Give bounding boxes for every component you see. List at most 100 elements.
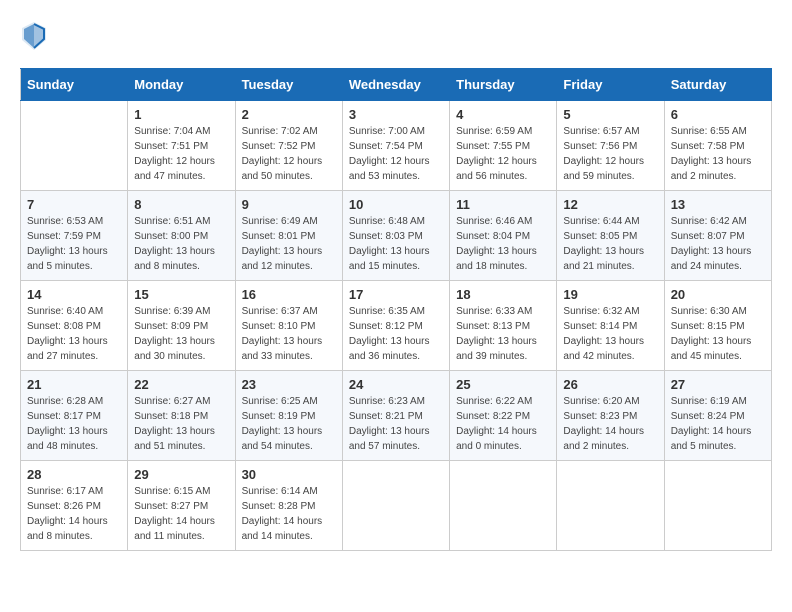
calendar-cell: 7 Sunrise: 6:53 AMSunset: 7:59 PMDaylight… <box>21 191 128 281</box>
calendar-cell: 27 Sunrise: 6:19 AMSunset: 8:24 PMDayligh… <box>664 371 771 461</box>
calendar-cell: 1 Sunrise: 7:04 AMSunset: 7:51 PMDaylight… <box>128 101 235 191</box>
day-number: 13 <box>671 197 765 212</box>
calendar-cell: 26Sunrise: 6:20 AMSunset: 8:23 PMDayligh… <box>557 371 664 461</box>
day-info: Sunrise: 6:33 AMSunset: 8:13 PMDaylight:… <box>456 304 550 364</box>
day-number: 27 <box>671 377 765 392</box>
day-number: 8 <box>134 197 228 212</box>
calendar-cell <box>342 461 449 551</box>
day-info: Sunrise: 6:59 AMSunset: 7:55 PMDaylight:… <box>456 124 550 184</box>
day-info: Sunrise: 6:57 AMSunset: 7:56 PMDaylight:… <box>563 124 657 184</box>
day-info: Sunrise: 6:39 AMSunset: 8:09 PMDaylight:… <box>134 304 228 364</box>
day-info: Sunrise: 6:15 AMSunset: 8:27 PMDaylight:… <box>134 484 228 544</box>
page-header <box>20 20 772 52</box>
logo <box>20 20 52 52</box>
calendar-cell <box>21 101 128 191</box>
calendar-week-row: 28 Sunrise: 6:17 AMSunset: 8:26 PMDayligh… <box>21 461 772 551</box>
calendar-table: Sunday Monday Tuesday Wednesday Thursday… <box>20 68 772 551</box>
day-number: 6 <box>671 107 765 122</box>
calendar-cell: 10 Sunrise: 6:48 AMSunset: 8:03 PMDayligh… <box>342 191 449 281</box>
day-info: Sunrise: 7:02 AMSunset: 7:52 PMDaylight:… <box>242 124 336 184</box>
calendar-cell: 20 Sunrise: 6:30 AMSunset: 8:15 PMDayligh… <box>664 281 771 371</box>
col-friday: Friday <box>557 69 664 101</box>
col-wednesday: Wednesday <box>342 69 449 101</box>
day-info: Sunrise: 6:53 AMSunset: 7:59 PMDaylight:… <box>27 214 121 274</box>
col-monday: Monday <box>128 69 235 101</box>
day-number: 14 <box>27 287 121 302</box>
calendar-cell: 14 Sunrise: 6:40 AMSunset: 8:08 PMDayligh… <box>21 281 128 371</box>
calendar-week-row: 21 Sunrise: 6:28 AMSunset: 8:17 PMDayligh… <box>21 371 772 461</box>
day-number: 28 <box>27 467 121 482</box>
logo-icon <box>20 20 48 52</box>
day-number: 16 <box>242 287 336 302</box>
calendar-cell: 13 Sunrise: 6:42 AMSunset: 8:07 PMDayligh… <box>664 191 771 281</box>
calendar-cell: 29Sunrise: 6:15 AMSunset: 8:27 PMDayligh… <box>128 461 235 551</box>
day-info: Sunrise: 6:28 AMSunset: 8:17 PMDaylight:… <box>27 394 121 454</box>
day-info: Sunrise: 6:51 AMSunset: 8:00 PMDaylight:… <box>134 214 228 274</box>
day-info: Sunrise: 6:49 AMSunset: 8:01 PMDaylight:… <box>242 214 336 274</box>
day-number: 11 <box>456 197 550 212</box>
day-info: Sunrise: 6:37 AMSunset: 8:10 PMDaylight:… <box>242 304 336 364</box>
day-number: 22 <box>134 377 228 392</box>
day-info: Sunrise: 6:40 AMSunset: 8:08 PMDaylight:… <box>27 304 121 364</box>
calendar-cell: 9 Sunrise: 6:49 AMSunset: 8:01 PMDaylight… <box>235 191 342 281</box>
day-info: Sunrise: 7:00 AMSunset: 7:54 PMDaylight:… <box>349 124 443 184</box>
day-info: Sunrise: 6:27 AMSunset: 8:18 PMDaylight:… <box>134 394 228 454</box>
day-info: Sunrise: 6:42 AMSunset: 8:07 PMDaylight:… <box>671 214 765 274</box>
calendar-cell: 28 Sunrise: 6:17 AMSunset: 8:26 PMDayligh… <box>21 461 128 551</box>
col-tuesday: Tuesday <box>235 69 342 101</box>
calendar-cell: 2 Sunrise: 7:02 AMSunset: 7:52 PMDaylight… <box>235 101 342 191</box>
day-info: Sunrise: 6:44 AMSunset: 8:05 PMDaylight:… <box>563 214 657 274</box>
day-info: Sunrise: 6:46 AMSunset: 8:04 PMDaylight:… <box>456 214 550 274</box>
calendar-cell <box>450 461 557 551</box>
col-thursday: Thursday <box>450 69 557 101</box>
day-number: 20 <box>671 287 765 302</box>
calendar-cell: 16 Sunrise: 6:37 AMSunset: 8:10 PMDayligh… <box>235 281 342 371</box>
calendar-week-row: 1 Sunrise: 7:04 AMSunset: 7:51 PMDaylight… <box>21 101 772 191</box>
col-sunday: Sunday <box>21 69 128 101</box>
day-info: Sunrise: 6:48 AMSunset: 8:03 PMDaylight:… <box>349 214 443 274</box>
calendar-cell: 4 Sunrise: 6:59 AMSunset: 7:55 PMDaylight… <box>450 101 557 191</box>
day-number: 19 <box>563 287 657 302</box>
day-info: Sunrise: 6:20 AMSunset: 8:23 PMDaylight:… <box>563 394 657 454</box>
calendar-cell: 21 Sunrise: 6:28 AMSunset: 8:17 PMDayligh… <box>21 371 128 461</box>
calendar-cell: 24Sunrise: 6:23 AMSunset: 8:21 PMDayligh… <box>342 371 449 461</box>
day-number: 7 <box>27 197 121 212</box>
day-info: Sunrise: 6:22 AMSunset: 8:22 PMDaylight:… <box>456 394 550 454</box>
day-number: 15 <box>134 287 228 302</box>
day-info: Sunrise: 7:04 AMSunset: 7:51 PMDaylight:… <box>134 124 228 184</box>
day-info: Sunrise: 6:25 AMSunset: 8:19 PMDaylight:… <box>242 394 336 454</box>
calendar-cell: 25 Sunrise: 6:22 AMSunset: 8:22 PMDayligh… <box>450 371 557 461</box>
day-info: Sunrise: 6:32 AMSunset: 8:14 PMDaylight:… <box>563 304 657 364</box>
day-number: 2 <box>242 107 336 122</box>
day-number: 10 <box>349 197 443 212</box>
calendar-cell: 15 Sunrise: 6:39 AMSunset: 8:09 PMDayligh… <box>128 281 235 371</box>
calendar-cell: 23 Sunrise: 6:25 AMSunset: 8:19 PMDayligh… <box>235 371 342 461</box>
day-info: Sunrise: 6:17 AMSunset: 8:26 PMDaylight:… <box>27 484 121 544</box>
day-info: Sunrise: 6:35 AMSunset: 8:12 PMDaylight:… <box>349 304 443 364</box>
header-row: Sunday Monday Tuesday Wednesday Thursday… <box>21 69 772 101</box>
calendar-cell: 11 Sunrise: 6:46 AMSunset: 8:04 PMDayligh… <box>450 191 557 281</box>
calendar-cell: 8 Sunrise: 6:51 AMSunset: 8:00 PMDaylight… <box>128 191 235 281</box>
calendar-week-row: 7 Sunrise: 6:53 AMSunset: 7:59 PMDaylight… <box>21 191 772 281</box>
calendar-body: 1 Sunrise: 7:04 AMSunset: 7:51 PMDaylight… <box>21 101 772 551</box>
calendar-cell: 12 Sunrise: 6:44 AMSunset: 8:05 PMDayligh… <box>557 191 664 281</box>
calendar-cell <box>664 461 771 551</box>
day-number: 12 <box>563 197 657 212</box>
calendar-week-row: 14 Sunrise: 6:40 AMSunset: 8:08 PMDayligh… <box>21 281 772 371</box>
col-saturday: Saturday <box>664 69 771 101</box>
day-number: 4 <box>456 107 550 122</box>
calendar-cell: 6Sunrise: 6:55 AMSunset: 7:58 PMDaylight… <box>664 101 771 191</box>
day-number: 21 <box>27 377 121 392</box>
day-number: 1 <box>134 107 228 122</box>
calendar-cell: 18Sunrise: 6:33 AMSunset: 8:13 PMDayligh… <box>450 281 557 371</box>
calendar-cell: 3Sunrise: 7:00 AMSunset: 7:54 PMDaylight… <box>342 101 449 191</box>
calendar-cell: 30Sunrise: 6:14 AMSunset: 8:28 PMDayligh… <box>235 461 342 551</box>
day-number: 17 <box>349 287 443 302</box>
day-number: 23 <box>242 377 336 392</box>
day-info: Sunrise: 6:23 AMSunset: 8:21 PMDaylight:… <box>349 394 443 454</box>
day-info: Sunrise: 6:19 AMSunset: 8:24 PMDaylight:… <box>671 394 765 454</box>
calendar-header: Sunday Monday Tuesday Wednesday Thursday… <box>21 69 772 101</box>
day-info: Sunrise: 6:30 AMSunset: 8:15 PMDaylight:… <box>671 304 765 364</box>
day-number: 9 <box>242 197 336 212</box>
day-number: 25 <box>456 377 550 392</box>
